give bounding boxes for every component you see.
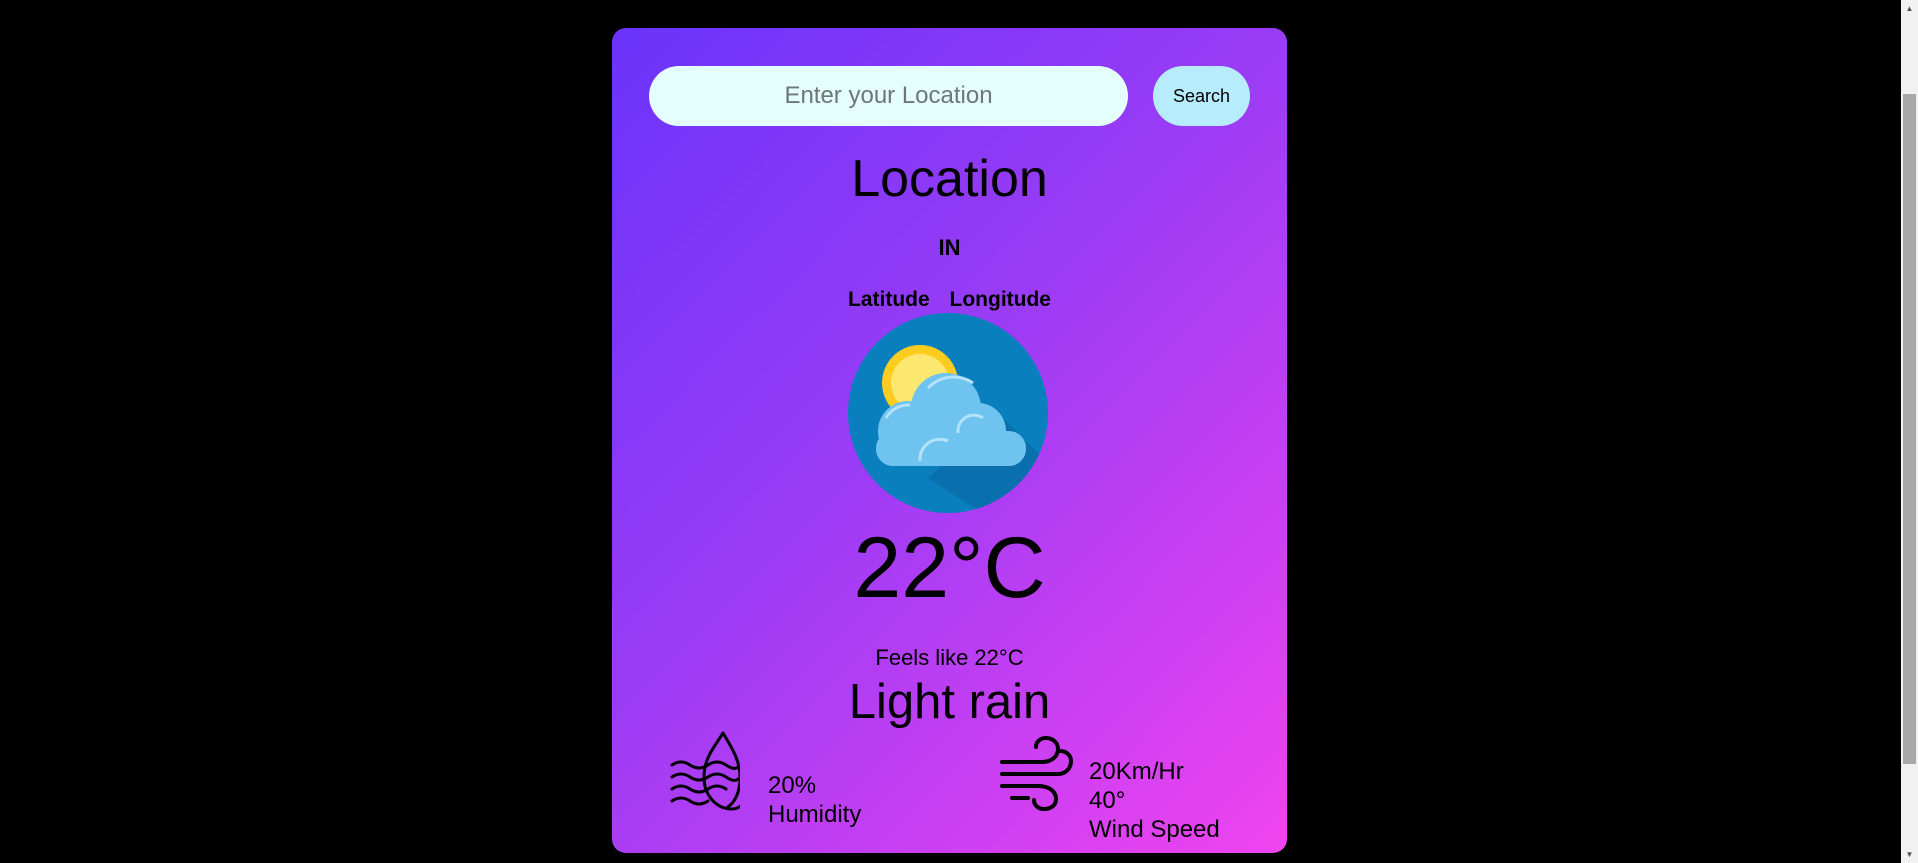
feels-like: Feels like 22°C bbox=[875, 645, 1024, 670]
vertical-scrollbar[interactable]: ▲ ▼ bbox=[1901, 0, 1918, 863]
wind-info: 20Km/Hr 40° Wind Speed bbox=[1089, 757, 1220, 844]
wind-icon bbox=[1000, 736, 1073, 811]
page: Search Location IN Latitude Longitude bbox=[0, 0, 1918, 863]
scroll-thumb[interactable] bbox=[1903, 94, 1916, 764]
latitude-label: Latitude bbox=[848, 288, 930, 311]
coordinates: Latitude Longitude bbox=[612, 286, 1287, 314]
humidity-value: 20% bbox=[768, 772, 817, 799]
humidity-label: Humidity bbox=[768, 801, 862, 828]
temperature: 22°C bbox=[853, 520, 1046, 616]
wind-speed: 20Km/Hr bbox=[1089, 758, 1184, 785]
location-name: Location bbox=[851, 150, 1048, 208]
search-button[interactable]: Search bbox=[1153, 66, 1250, 126]
partly-cloudy-icon bbox=[848, 313, 1048, 513]
scroll-up-icon[interactable]: ▲ bbox=[1901, 0, 1918, 17]
wind-label: Wind Speed bbox=[1089, 816, 1220, 843]
humidity-icon bbox=[670, 731, 740, 811]
weather-card: Search Location IN Latitude Longitude bbox=[612, 28, 1287, 853]
location-search-input[interactable] bbox=[649, 66, 1128, 126]
wind-direction: 40° bbox=[1089, 787, 1126, 814]
longitude-label: Longitude bbox=[949, 288, 1051, 311]
weather-description: Light rain bbox=[848, 675, 1051, 729]
scroll-down-icon[interactable]: ▼ bbox=[1901, 846, 1918, 863]
country-code: IN bbox=[938, 235, 961, 260]
humidity-info: 20% Humidity bbox=[768, 771, 861, 829]
